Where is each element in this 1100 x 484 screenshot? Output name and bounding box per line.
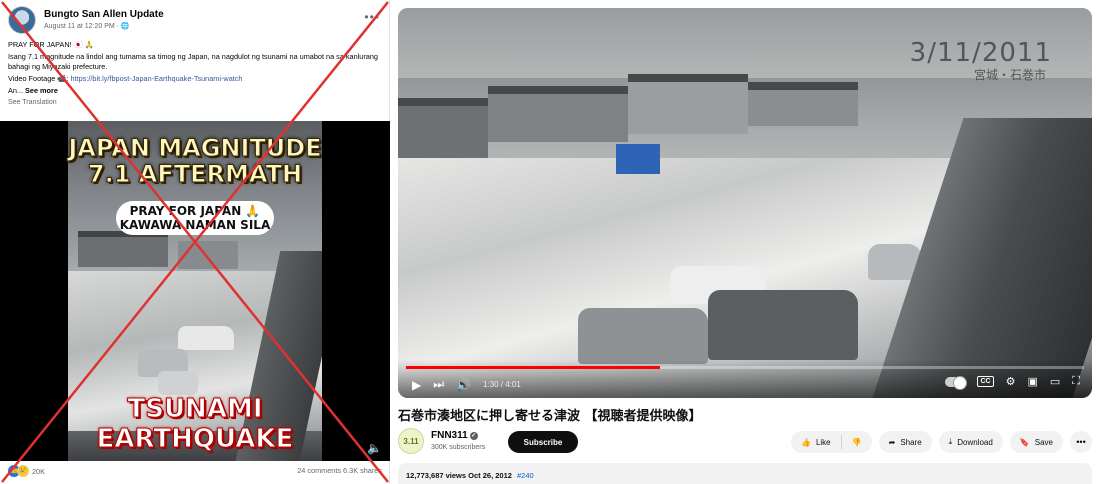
post-timestamp[interactable]: August 11 at 12:20 PM · 🌐 [44, 22, 130, 30]
captions-icon[interactable]: CC [977, 376, 994, 387]
volume-icon[interactable]: 🔊 [456, 378, 471, 392]
video-building [398, 98, 488, 158]
fullscreen-icon[interactable]: ⛶ [1072, 375, 1080, 388]
video-blue-container [616, 144, 660, 174]
share-button[interactable]: ➦ Share [878, 431, 932, 453]
overlay-bottom-line-1: TSUNAMI [127, 394, 263, 424]
share-arrow-icon: ➦ [888, 437, 896, 447]
play-icon[interactable]: ▶ [412, 378, 421, 392]
globe-icon: 🌐 [120, 23, 130, 30]
bookmark-icon: 🔖 [1019, 437, 1030, 447]
thumbs-down-icon: 👎 [851, 437, 862, 447]
time-display: 1:30 / 4:01 [483, 380, 521, 389]
more-actions-icon[interactable]: ••• [1070, 431, 1092, 453]
dislike-button[interactable]: 👎 [841, 431, 872, 453]
video-building [488, 86, 628, 142]
subscriber-count: 300K subscribers [431, 444, 486, 451]
views-and-date: 12,773,687 views Oct 26, 2012 [406, 471, 512, 480]
thumb-building [178, 241, 238, 269]
sad-reaction-icon: 😢 [17, 465, 29, 477]
post-ellipsis: An... [8, 86, 26, 95]
post-more-line: An... See more [8, 86, 382, 96]
channel-name[interactable]: FNN311 ✓ [431, 430, 478, 441]
thumb-car [158, 371, 198, 395]
theater-mode-icon[interactable]: ▭ [1050, 375, 1060, 388]
share-label: Share [900, 437, 922, 447]
thumb-building [78, 231, 168, 267]
overlay-caption-pill: PRAY FOR JAPAN 🙏 KAWAWA NAMAN SILA [116, 201, 274, 235]
controls-right: CC ⚙ ▣ ▭ ⛶ [945, 375, 1080, 390]
facebook-post: Bungto San Allen Update August 11 at 12:… [0, 0, 390, 484]
post-line-2: Isang 7.1 magnitude na lindol ang tumama… [8, 52, 378, 71]
channel-avatar[interactable]: 3.11 [398, 428, 424, 454]
next-icon[interactable]: ⏭ [433, 377, 444, 392]
post-video[interactable]: JAPAN MAGNITUDE 7.1 AFTERMATH PRAY FOR J… [0, 121, 390, 461]
thumb-car [178, 326, 234, 350]
thumbs-up-icon: 👍 [800, 437, 811, 447]
see-more-link[interactable]: See more [25, 86, 58, 95]
verified-check-icon: ✓ [469, 432, 478, 440]
post-video-line: Video Footage 📹: https://bit.ly/fbpost-J… [8, 74, 382, 84]
reactions[interactable]: 👍 😢 20K [8, 465, 45, 477]
youtube-page: 3/11/2011 宮城・石巻市 ▶ ⏭ 🔊 1:30 / 4:01 CC ⚙ … [398, 8, 1092, 484]
like-label: Like [815, 437, 831, 447]
video-actions: 👍 Like 👎 ➦ Share ⤓ Download 🔖 Save ••• [790, 431, 1092, 453]
overlay-caption-line-1: PRAY FOR JAPAN 🙏 [129, 204, 261, 218]
description-box[interactable]: 12,773,687 views Oct 26, 2012 #240 [398, 463, 1092, 484]
more-options-icon[interactable]: ••• [364, 10, 380, 24]
subscribe-button[interactable]: Subscribe [508, 431, 578, 453]
video-date-stamp: 3/11/2011 [909, 38, 1052, 68]
channel-row: 3.11 FNN311 ✓ 300K subscribers Subscribe … [398, 428, 1092, 458]
reaction-count: 20K [32, 466, 45, 476]
hashtag-link[interactable]: #240 [517, 471, 534, 480]
comments-shares[interactable]: 24 comments 6.3K shares [297, 466, 382, 475]
overlay-title-line-1: JAPAN MAGNITUDE [68, 134, 322, 162]
player-controls: ▶ ⏭ 🔊 1:30 / 4:01 CC ⚙ ▣ ▭ ⛶ [398, 360, 1092, 398]
controls-left: ▶ ⏭ 🔊 1:30 / 4:01 [412, 377, 521, 392]
video-car [578, 308, 708, 364]
save-button[interactable]: 🔖 Save [1009, 431, 1063, 453]
video-building [748, 82, 858, 126]
overlay-bottom-line-2: EARTHQUAKE [96, 424, 294, 454]
post-line-1: PRAY FOR JAPAN! 🇯🇵 🙏 [8, 40, 94, 49]
video-location-stamp: 宮城・石巻市 [973, 68, 1046, 82]
post-text: PRAY FOR JAPAN! 🇯🇵 🙏 Isang 7.1 magnitude… [8, 40, 382, 110]
download-label: Download [957, 437, 993, 447]
like-dislike-group: 👍 Like 👎 [790, 431, 872, 453]
miniplayer-icon[interactable]: ▣ [1027, 375, 1037, 388]
like-button[interactable]: 👍 Like [790, 431, 841, 453]
see-translation-link[interactable]: See Translation [8, 98, 382, 108]
settings-gear-icon[interactable]: ⚙ [1006, 375, 1016, 388]
page-name[interactable]: Bungto San Allen Update [44, 9, 164, 20]
download-icon: ⤓ [948, 437, 953, 446]
video-label: Video Footage 📹: [8, 74, 71, 83]
overlay-caption-line-2: KAWAWA NAMAN SILA [119, 218, 271, 232]
autoplay-toggle[interactable] [945, 375, 968, 390]
post-header: Bungto San Allen Update August 11 at 12:… [8, 6, 382, 36]
video-link[interactable]: https://bit.ly/fbpost-Japan-Earthquake-T… [71, 74, 243, 83]
video-building [628, 74, 748, 134]
video-player[interactable]: 3/11/2011 宮城・石巻市 ▶ ⏭ 🔊 1:30 / 4:01 CC ⚙ … [398, 8, 1092, 398]
video-title: 石巻市湊地区に押し寄せる津波 【視聴者提供映像】 [398, 409, 702, 424]
video-car [708, 290, 858, 360]
progress-played[interactable] [406, 366, 660, 369]
overlay-title-line-2: 7.1 AFTERMATH [87, 160, 303, 188]
post-time: August 11 at 12:20 PM · [44, 23, 121, 30]
save-label: Save [1034, 437, 1053, 447]
post-footer: 👍 😢 20K 24 comments 6.3K shares [8, 465, 382, 481]
download-button[interactable]: ⤓ Download [938, 431, 1003, 453]
page-avatar[interactable] [8, 6, 36, 34]
channel-name-text: FNN311 [431, 430, 468, 441]
volume-icon[interactable]: 🔈 [367, 441, 382, 455]
